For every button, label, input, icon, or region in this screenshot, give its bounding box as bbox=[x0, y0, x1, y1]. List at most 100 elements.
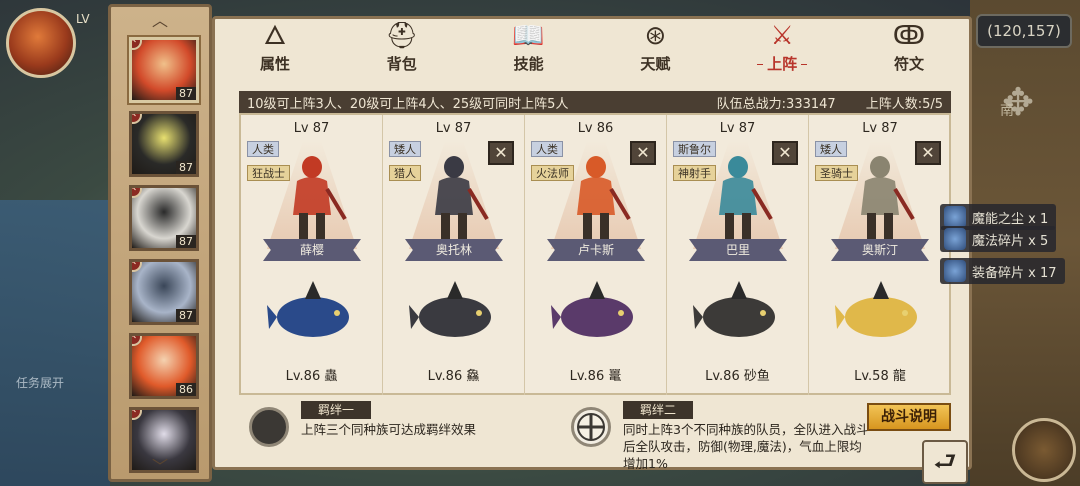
bond-one: 羁绊一 上阵三个同种族可达成羁绊效果 bbox=[249, 401, 549, 467]
job-tag: 猎人 bbox=[389, 165, 421, 181]
tab-label: 上阵 bbox=[767, 55, 798, 73]
bond-two-desc: 同时上阵3个不同种族的队员，全队进入战斗后全队攻击，防御(物理,魔法)，气血上限… bbox=[623, 422, 869, 471]
hero-level: Lv 87 bbox=[719, 121, 756, 136]
map-coordinates: (120,157) bbox=[976, 14, 1072, 48]
book-icon: 📖 bbox=[512, 21, 545, 51]
character-card[interactable]: ✕ 87 bbox=[129, 111, 199, 177]
bond-one-icon bbox=[249, 407, 289, 447]
hero-figure bbox=[435, 156, 489, 239]
drop-notice: 魔法碎片 x 5 bbox=[940, 226, 1057, 252]
scroll-up-icon[interactable]: ︿ bbox=[111, 7, 209, 31]
pet-level-name: Lv.58 龍 bbox=[854, 369, 906, 384]
hero-level: Lv 87 bbox=[862, 121, 898, 136]
swords-icon: ⚔ bbox=[770, 21, 794, 51]
pet-figure bbox=[693, 281, 775, 337]
hero-name: 卢卡斯 bbox=[547, 239, 645, 261]
hero-name: 奥斯汀 bbox=[831, 239, 929, 261]
formation-rule: 10级可上阵3人、20级可上阵4人、25级可同时上阵5人 bbox=[247, 96, 569, 112]
tab-label: 符文 bbox=[893, 55, 924, 73]
team-slot[interactable]: Lv 87 矮人 圣骑士 奥斯汀 Lv.58 龍 ✕ bbox=[809, 115, 951, 395]
race-tag: 人类 bbox=[531, 141, 563, 157]
pet-level-name: Lv.86 砂鱼 bbox=[705, 369, 770, 384]
magic-shard-icon bbox=[944, 228, 966, 250]
drop-notice: 装备碎片 x 17 bbox=[940, 258, 1065, 284]
dust-icon bbox=[944, 206, 966, 228]
hero-level: Lv 87 bbox=[293, 121, 330, 136]
battle-info-button[interactable]: 战斗说明 bbox=[867, 403, 951, 431]
character-level: 87 bbox=[176, 235, 196, 248]
race-tag: 矮人 bbox=[815, 141, 847, 157]
tab-label: 属性 bbox=[259, 55, 290, 73]
bond-one-title: 羁绊一 bbox=[301, 401, 371, 419]
team-slots: Lv 87 人类 狂战士 薛樱 Lv.86 蟲 Lv 87 矮人 猎人 奥托林 Lv.86 鱻 ✕ L… bbox=[239, 113, 951, 395]
character-level: 87 bbox=[176, 87, 196, 100]
character-card[interactable]: ✕ 87 bbox=[129, 37, 199, 103]
quest-toggle[interactable]: 任务展开 bbox=[16, 374, 64, 391]
race-tag: 人类 bbox=[247, 141, 279, 157]
hero-figure bbox=[719, 156, 773, 239]
tab-label: 背包 bbox=[386, 55, 417, 73]
flame-icon: 🜂 bbox=[263, 21, 287, 51]
pet-level-name: Lv.86 鼍 bbox=[569, 369, 622, 384]
team-slot[interactable]: Lv 87 人类 狂战士 薛樱 Lv.86 蟲 bbox=[241, 115, 383, 395]
team-slot[interactable]: Lv 87 斯鲁尔 神射手 巴里 Lv.86 砂鱼 ✕ bbox=[667, 115, 809, 395]
character-level: 87 bbox=[176, 309, 196, 322]
team-slot[interactable]: Lv 86 人类 火法师 卢卡斯 Lv.86 鼍 ✕ bbox=[525, 115, 667, 395]
character-list[interactable]: ︿ ✕ 87 ✕ 87 ✕ 87 ✕ 87 ✕ 86 ✕ ﹀ bbox=[108, 4, 212, 482]
remove-hero-button[interactable]: ✕ bbox=[630, 141, 656, 165]
tab-talent[interactable]: ⊛ 天赋 bbox=[615, 19, 695, 81]
bond-two: 羁绊二 同时上阵3个不同种族的队员，全队进入战斗后全队攻击，防御(物理,魔法)，… bbox=[571, 401, 871, 471]
character-level: 87 bbox=[176, 161, 196, 174]
formation-panel: 🜂 属性 ⛑ 背包 📖 技能 ⊛ 天赋 ⚔ 上阵 ↂ 符文 10级可上阵3人、20级可上阵4人、25级… bbox=[212, 16, 972, 471]
pet-figure bbox=[551, 281, 633, 337]
tab-skills[interactable]: 📖 技能 bbox=[489, 19, 569, 81]
chest-icon[interactable] bbox=[1012, 418, 1076, 482]
hero-name: 巴里 bbox=[689, 239, 787, 261]
character-card[interactable]: ✕ 87 bbox=[129, 185, 199, 251]
hero-figure bbox=[577, 156, 631, 239]
hero-level: Lv 86 bbox=[577, 121, 614, 136]
tab-label: 技能 bbox=[513, 55, 544, 73]
eye-icon: ⊛ bbox=[644, 21, 667, 51]
character-card[interactable]: ✕ 87 bbox=[129, 259, 199, 325]
helmet-icon: ⛑ bbox=[385, 21, 419, 51]
bond-two-title: 羁绊二 bbox=[623, 401, 693, 419]
hero-figure bbox=[861, 156, 915, 239]
hero-level: Lv 87 bbox=[435, 121, 472, 136]
team-slot[interactable]: Lv 87 矮人猎人奥托林 Lv.86 鱻 ✕ bbox=[383, 115, 525, 395]
hero-name: 奥托林 bbox=[405, 239, 503, 261]
remove-hero-button[interactable]: ✕ bbox=[915, 141, 941, 165]
pet-figure bbox=[409, 281, 491, 337]
bond-one-desc: 上阵三个同种族可达成羁绊效果 bbox=[301, 422, 477, 437]
formation-info-bar: 10级可上阵3人、20级可上阵4人、25级可同时上阵5人 队伍总战力:33314… bbox=[239, 91, 951, 113]
pet-level-name: Lv.86 鱻 bbox=[427, 369, 480, 384]
map-water bbox=[0, 200, 110, 486]
pet-level-name: Lv.86 蟲 bbox=[285, 369, 338, 384]
equip-shard-icon bbox=[944, 260, 966, 282]
tab-label: 天赋 bbox=[640, 55, 671, 73]
remove-hero-button[interactable]: ✕ bbox=[488, 141, 514, 165]
tab-runes[interactable]: ↂ 符文 bbox=[869, 19, 949, 81]
scroll-down-icon[interactable]: ﹀ bbox=[111, 453, 209, 477]
hero-figure bbox=[293, 156, 347, 239]
character-level: 86 bbox=[176, 383, 196, 396]
hero-name: 薛樱 bbox=[263, 239, 361, 261]
compass-icon: ✥ bbox=[1002, 80, 1034, 124]
pet-figure bbox=[267, 281, 349, 337]
tab-attributes[interactable]: 🜂 属性 bbox=[235, 19, 315, 81]
tab-formation[interactable]: ⚔ 上阵 bbox=[742, 19, 822, 81]
rune-icon: ↂ bbox=[892, 21, 926, 51]
team-power: 队伍总战力:333147 bbox=[716, 96, 836, 112]
race-tag: 矮人 bbox=[389, 141, 421, 157]
player-level-label: LV bbox=[76, 12, 90, 26]
remove-hero-button[interactable]: ✕ bbox=[772, 141, 798, 165]
character-card[interactable]: ✕ 86 bbox=[129, 333, 199, 399]
back-button[interactable]: ⮐ bbox=[922, 440, 968, 484]
map-label: 南 bbox=[1000, 103, 1014, 119]
tab-bag[interactable]: ⛑ 背包 bbox=[362, 19, 442, 81]
bond-two-icon bbox=[571, 407, 611, 447]
tab-bar: 🜂 属性 ⛑ 背包 📖 技能 ⊛ 天赋 ⚔ 上阵 ↂ 符文 bbox=[215, 19, 969, 81]
pet-figure bbox=[835, 281, 917, 337]
player-avatar[interactable] bbox=[6, 8, 76, 78]
team-count: 上阵人数:5/5 bbox=[865, 96, 943, 112]
